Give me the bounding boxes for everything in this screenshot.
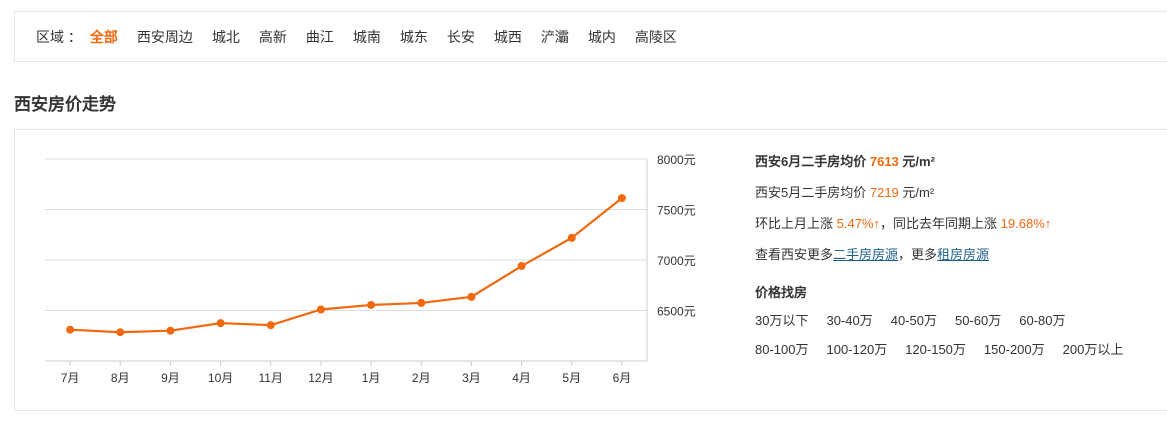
- more-listings-line: 查看西安更多二手房房源，更多租房房源: [755, 247, 990, 262]
- region-item[interactable]: 全部: [90, 27, 118, 47]
- x-tick-label: 4月: [512, 371, 531, 385]
- data-point: [66, 325, 75, 334]
- previous-price-value: 7219: [869, 185, 899, 200]
- x-tick-label: 6月: [613, 371, 632, 385]
- x-tick-label: 7月: [61, 371, 80, 385]
- y-tick-label: 7500元: [657, 204, 696, 218]
- price-summary: 西安6月二手房均价 7613 元/m² 西安5月二手房均价 7219 元/m² …: [755, 152, 1165, 369]
- rental-listings-link[interactable]: 租房房源: [937, 247, 989, 262]
- change-line: 环比上月上涨 5.47%↑，同比去年同期上涨 19.68%↑: [755, 216, 1052, 231]
- page-title: 西安房价走势: [14, 95, 116, 114]
- data-point: [417, 298, 426, 307]
- current-price-line: 西安6月二手房均价 7613 元/m²: [755, 154, 935, 169]
- region-item[interactable]: 长安: [447, 27, 475, 47]
- region-items: 全部 西安周边 城北 高新 曲江 城南 城东 长安 城西 浐灞 城内 高陵区: [90, 27, 696, 47]
- region-item[interactable]: 曲江: [306, 27, 334, 47]
- region-item[interactable]: 城西: [494, 27, 522, 47]
- price-filter-row-1: 30万以下 30-40万 40-50万 50-60万 60-80万: [755, 311, 1165, 340]
- data-point: [166, 326, 175, 335]
- x-tick-label: 2月: [412, 371, 431, 385]
- region-item[interactable]: 城北: [212, 27, 240, 47]
- x-tick-label: 5月: [562, 371, 581, 385]
- secondhand-listings-link[interactable]: 二手房房源: [833, 247, 898, 262]
- price-trend-chart: 6500元 7000元 7500元 8000元 7月 8月 9月 10月 11月 12月 1月 2月 3…: [45, 153, 696, 385]
- previous-price-line: 西安5月二手房均价 7219 元/m²: [755, 185, 935, 200]
- y-tick-label: 8000元: [657, 153, 696, 167]
- price-filter-option[interactable]: 30万以下: [755, 311, 808, 340]
- price-filter-option[interactable]: 40-50万: [891, 311, 937, 340]
- data-point: [617, 194, 626, 203]
- up-arrow-icon: ↑: [1044, 216, 1052, 231]
- price-filter-option[interactable]: 100-120万: [826, 340, 887, 369]
- region-filter-bar: 区域 ： 全部 西安周边 城北 高新 曲江 城南 城东 长安 城西 浐灞 城内 高陵区: [14, 11, 1167, 62]
- data-point: [517, 262, 526, 271]
- data-point: [216, 319, 225, 328]
- price-trend-panel: 6500元 7000元 7500元 8000元 7月 8月 9月 10月 11月 12月 1月 2月 3…: [14, 129, 1167, 411]
- region-item[interactable]: 西安周边: [137, 27, 193, 47]
- price-filter-row-2: 80-100万 100-120万 120-150万 150-200万 200万以上: [755, 340, 1165, 369]
- region-label: 区域 ：: [36, 28, 82, 45]
- price-filter-title: 价格找房: [755, 285, 808, 300]
- x-tick-label: 12月: [308, 371, 333, 385]
- x-tick-label: 10月: [208, 371, 233, 385]
- x-tick-label: 9月: [161, 371, 180, 385]
- price-filter-option[interactable]: 30-40万: [826, 311, 872, 340]
- data-point: [116, 328, 125, 337]
- price-filter-option[interactable]: 200万以上: [1063, 340, 1124, 369]
- data-point: [367, 300, 376, 309]
- current-price-value: 7613: [869, 154, 899, 169]
- data-point: [266, 321, 275, 330]
- region-item[interactable]: 城东: [400, 27, 428, 47]
- x-tick-label: 3月: [462, 371, 481, 385]
- y-tick-label: 6500元: [657, 305, 696, 319]
- region-item[interactable]: 高陵区: [635, 27, 677, 47]
- region-item[interactable]: 城内: [588, 27, 616, 47]
- price-filter-option[interactable]: 80-100万: [755, 340, 808, 369]
- region-item[interactable]: 浐灞: [541, 27, 569, 47]
- price-filter-option[interactable]: 120-150万: [905, 340, 966, 369]
- series-line: [70, 197, 623, 334]
- yoy-change-value: 19.68%: [1000, 216, 1045, 231]
- region-item[interactable]: 高新: [259, 27, 287, 47]
- region-item[interactable]: 城南: [353, 27, 381, 47]
- x-tick-label: 1月: [362, 371, 381, 385]
- x-tick-label: 8月: [111, 371, 130, 385]
- price-filter-option[interactable]: 150-200万: [984, 340, 1045, 369]
- data-point: [467, 292, 476, 301]
- mom-change-value: 5.47%: [836, 216, 874, 231]
- y-tick-label: 7000元: [657, 254, 696, 268]
- data-point: [316, 305, 325, 314]
- price-filter-option[interactable]: 60-80万: [1019, 311, 1065, 340]
- data-point: [567, 233, 576, 242]
- price-filter-option[interactable]: 50-60万: [955, 311, 1001, 340]
- x-tick-label: 11月: [259, 371, 283, 385]
